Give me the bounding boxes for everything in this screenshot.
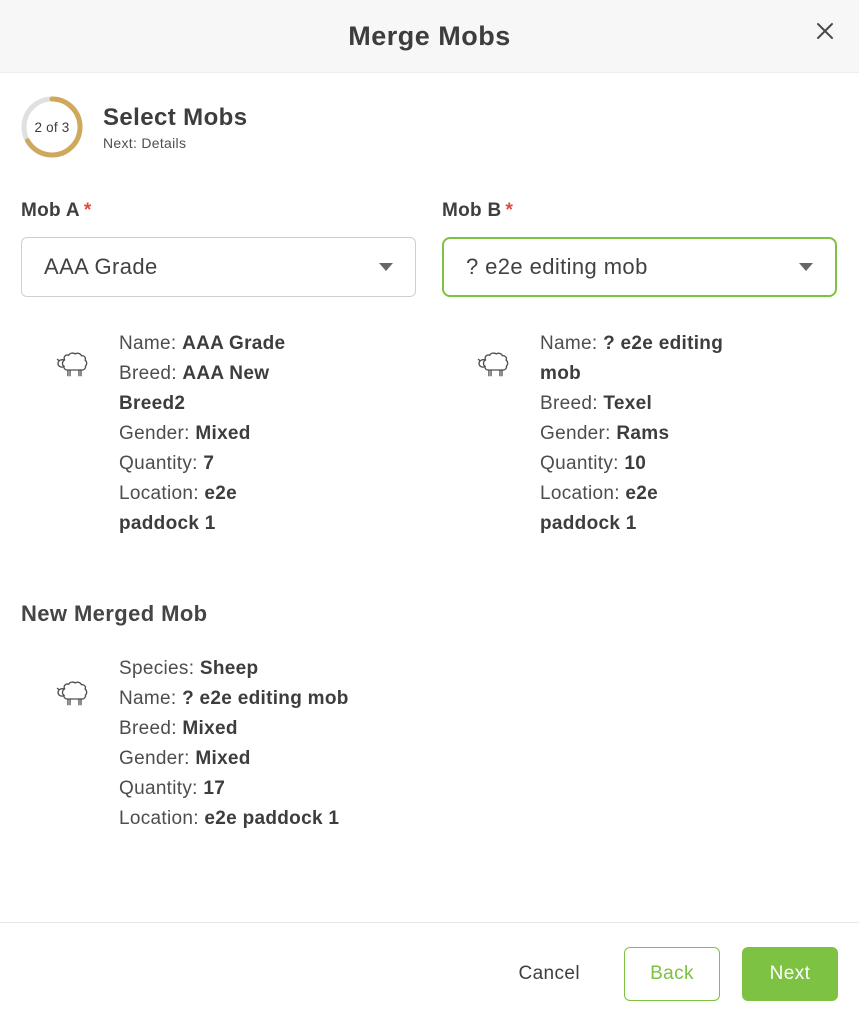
mob-a-field: Mob A* AAA Grade xyxy=(21,200,416,297)
merged-mob-heading: New Merged Mob xyxy=(21,601,838,627)
mob-b-field: Mob B* ? e2e editing mob xyxy=(442,200,837,297)
close-button[interactable] xyxy=(807,14,843,50)
detail-value: Sheep xyxy=(200,658,259,679)
sheep-icon xyxy=(475,351,540,380)
sheep-icon xyxy=(54,680,119,709)
required-asterisk: * xyxy=(506,200,514,221)
merge-mobs-modal: Merge Mobs 2 of 3 Select Mobs Next: Deta… xyxy=(0,0,859,1024)
detail-label: Gender: xyxy=(119,423,190,444)
detail-label: Name: xyxy=(119,333,176,354)
required-asterisk: * xyxy=(84,200,92,221)
progress-ring: 2 of 3 xyxy=(21,96,83,158)
merged-mob-details: Species: Sheep Name: ? e2e editing mob B… xyxy=(21,654,838,834)
step-indicator: 2 of 3 Select Mobs Next: Details xyxy=(21,96,838,158)
chevron-down-icon xyxy=(379,263,393,271)
modal-title: Merge Mobs xyxy=(348,21,511,52)
close-icon xyxy=(815,21,835,44)
mob-b-dropdown[interactable]: ? e2e editing mob xyxy=(442,237,837,297)
detail-value: Mixed xyxy=(195,423,250,444)
mob-b-selected-value: ? e2e editing mob xyxy=(466,254,648,280)
detail-value: 7 xyxy=(203,453,214,474)
sheep-icon xyxy=(54,351,119,380)
modal-header: Merge Mobs xyxy=(0,0,859,73)
detail-label: Gender: xyxy=(119,748,190,769)
modal-footer: Cancel Back Next xyxy=(0,922,859,1024)
modal-body: 2 of 3 Select Mobs Next: Details Mob A* … xyxy=(0,73,859,922)
detail-label: Breed: xyxy=(119,363,177,384)
mob-b-icon-col xyxy=(442,329,540,539)
mob-b-details: Name: ? e2e editing mob Breed: Texel Gen… xyxy=(442,329,837,539)
detail-value: ? e2e editing mob xyxy=(182,688,349,709)
chevron-down-icon xyxy=(799,263,813,271)
mob-a-detail-text: Name: AAA Grade Breed: AAA New Breed2 Ge… xyxy=(119,329,309,539)
mob-a-label-text: Mob A xyxy=(21,200,80,221)
step-title: Select Mobs xyxy=(103,104,247,132)
mob-details-row: Name: AAA Grade Breed: AAA New Breed2 Ge… xyxy=(21,329,838,539)
mob-b-label-text: Mob B xyxy=(442,200,502,221)
detail-label: Name: xyxy=(119,688,176,709)
step-subtitle: Next: Details xyxy=(103,135,247,151)
mob-a-details: Name: AAA Grade Breed: AAA New Breed2 Ge… xyxy=(21,329,416,539)
detail-label: Gender: xyxy=(540,423,611,444)
step-count: 2 of 3 xyxy=(21,96,83,158)
detail-value: Mixed xyxy=(195,748,250,769)
detail-label: Breed: xyxy=(540,393,598,414)
back-button[interactable]: Back xyxy=(624,947,720,1001)
detail-value: 10 xyxy=(624,453,646,474)
mob-a-icon-col xyxy=(21,329,119,539)
mob-a-label: Mob A* xyxy=(21,200,416,222)
cancel-button[interactable]: Cancel xyxy=(512,953,586,995)
detail-label: Quantity: xyxy=(119,453,198,474)
detail-label: Species: xyxy=(119,658,194,679)
next-button[interactable]: Next xyxy=(742,947,838,1001)
detail-label: Breed: xyxy=(119,718,177,739)
detail-label: Location: xyxy=(540,483,620,504)
detail-value: Rams xyxy=(616,423,669,444)
detail-value: 17 xyxy=(203,778,225,799)
mob-b-label: Mob B* xyxy=(442,200,837,222)
detail-label: Quantity: xyxy=(540,453,619,474)
detail-value: Mixed xyxy=(182,718,237,739)
merged-detail-text: Species: Sheep Name: ? e2e editing mob B… xyxy=(119,654,549,834)
mob-select-row: Mob A* AAA Grade Mob B* ? e2e editing mo… xyxy=(21,200,838,297)
detail-value: Texel xyxy=(603,393,652,414)
mob-a-dropdown[interactable]: AAA Grade xyxy=(21,237,416,297)
merged-icon-col xyxy=(21,654,119,834)
step-text: Select Mobs Next: Details xyxy=(103,104,247,151)
mob-a-selected-value: AAA Grade xyxy=(44,254,158,280)
mob-b-detail-text: Name: ? e2e editing mob Breed: Texel Gen… xyxy=(540,329,730,539)
detail-label: Location: xyxy=(119,483,199,504)
detail-label: Name: xyxy=(540,333,597,354)
detail-value: AAA Grade xyxy=(182,333,285,354)
detail-label: Quantity: xyxy=(119,778,198,799)
detail-label: Location: xyxy=(119,808,199,829)
detail-value: e2e paddock 1 xyxy=(204,808,339,829)
